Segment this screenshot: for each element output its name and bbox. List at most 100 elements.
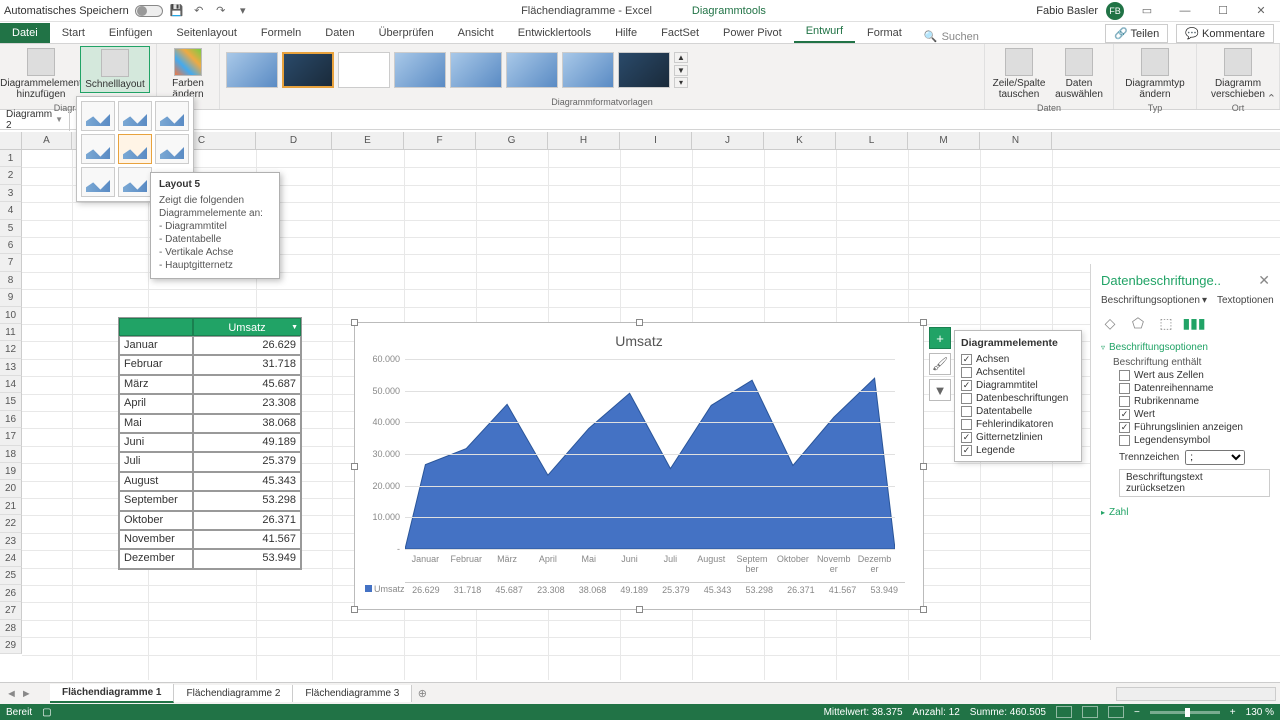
flyout-item[interactable]: ✓Legende: [961, 444, 1075, 457]
table-row[interactable]: Juli25.379: [119, 452, 301, 471]
row-header[interactable]: 21: [0, 498, 22, 515]
move-chart-button[interactable]: Diagramm verschieben: [1203, 46, 1273, 102]
flyout-item[interactable]: ✓Achsen: [961, 353, 1075, 366]
name-box-dropdown-icon[interactable]: ▼: [55, 115, 63, 124]
zoom-out-icon[interactable]: −: [1134, 707, 1140, 718]
format-checkbox-row[interactable]: ✓Führungslinien anzeigen: [1119, 422, 1270, 433]
flyout-item[interactable]: ✓Diagrammtitel: [961, 379, 1075, 392]
row-header[interactable]: 24: [0, 550, 22, 567]
chart-object[interactable]: Umsatz -10.00020.00030.00040.00050.00060…: [354, 322, 924, 610]
row-header[interactable]: 27: [0, 602, 22, 619]
sheet-tab-2[interactable]: Flächendiagramme 2: [174, 685, 293, 702]
col-header-F[interactable]: F: [404, 132, 476, 149]
view-page-break-icon[interactable]: [1108, 706, 1124, 718]
checkbox-icon[interactable]: ✓: [961, 354, 972, 365]
sheet-nav-next-icon[interactable]: ►: [21, 688, 32, 700]
tab-entwicklertools[interactable]: Entwicklertools: [506, 23, 603, 43]
resize-handle[interactable]: [920, 319, 927, 326]
checkbox-icon[interactable]: [961, 419, 972, 430]
redo-icon[interactable]: ↷: [213, 3, 229, 19]
row-header[interactable]: 22: [0, 515, 22, 532]
change-chart-type-button[interactable]: Diagrammtyp ändern: [1120, 46, 1190, 102]
col-header-I[interactable]: I: [620, 132, 692, 149]
format-checkbox-row[interactable]: Datenreihenname: [1119, 383, 1270, 394]
format-checkbox-row[interactable]: Rubrikenname: [1119, 396, 1270, 407]
tab-ansicht[interactable]: Ansicht: [446, 23, 506, 43]
user-avatar[interactable]: FB: [1106, 2, 1124, 20]
label-options-tab[interactable]: Beschriftungsoptionen ▾: [1101, 295, 1207, 306]
table-header-umsatz[interactable]: Umsatz: [193, 318, 301, 336]
tab-entwurf[interactable]: Entwurf: [794, 21, 855, 43]
sheet-tab-1[interactable]: Flächendiagramme 1: [50, 684, 174, 703]
row-header[interactable]: 12: [0, 341, 22, 358]
col-header-G[interactable]: G: [476, 132, 548, 149]
format-checkbox-row[interactable]: ✓Wert: [1119, 409, 1270, 420]
undo-icon[interactable]: ↶: [191, 3, 207, 19]
flyout-item[interactable]: Fehlerindikatoren: [961, 418, 1075, 431]
layout-2[interactable]: [118, 101, 152, 131]
table-row[interactable]: April23.308: [119, 394, 301, 413]
chart-styles-button[interactable]: 🖌: [929, 353, 951, 375]
table-row[interactable]: Februar31.718: [119, 355, 301, 374]
zoom-slider[interactable]: [1150, 711, 1220, 714]
row-header[interactable]: 11: [0, 324, 22, 341]
close-icon[interactable]: ✕: [1246, 1, 1276, 21]
chart-style-7[interactable]: [562, 52, 614, 88]
row-header[interactable]: 9: [0, 289, 22, 306]
label-options-section[interactable]: ▿Beschriftungsoptionen: [1101, 342, 1270, 353]
horizontal-scrollbar[interactable]: [1116, 687, 1276, 701]
tab-format[interactable]: Format: [855, 23, 914, 43]
row-header[interactable]: 25: [0, 567, 22, 584]
layout-6[interactable]: [155, 134, 189, 164]
flyout-item[interactable]: Datenbeschriftungen: [961, 392, 1075, 405]
layout-7[interactable]: [81, 167, 115, 197]
name-box[interactable]: Diagramm 2 ▼: [0, 109, 70, 131]
text-options-tab[interactable]: Textoptionen: [1217, 295, 1274, 306]
tab-factset[interactable]: FactSet: [649, 23, 711, 43]
resize-handle[interactable]: [636, 606, 643, 613]
tab-powerpivot[interactable]: Power Pivot: [711, 23, 794, 43]
autosave-toggle[interactable]: [135, 5, 163, 17]
col-header-M[interactable]: M: [908, 132, 980, 149]
layout-3[interactable]: [155, 101, 189, 131]
col-header-L[interactable]: L: [836, 132, 908, 149]
table-row[interactable]: November41.567: [119, 530, 301, 549]
checkbox-icon[interactable]: [1119, 370, 1130, 381]
ribbon-mode-icon[interactable]: ▭: [1132, 1, 1162, 21]
select-all-corner[interactable]: [0, 132, 22, 149]
reset-label-text-button[interactable]: Beschriftungstext zurücksetzen: [1119, 469, 1270, 497]
chart-icon[interactable]: ▮▮▮: [1185, 314, 1203, 332]
qat-customize-icon[interactable]: ▾: [235, 3, 251, 19]
table-row[interactable]: September53.298: [119, 491, 301, 510]
layout-1[interactable]: [81, 101, 115, 131]
checkbox-icon[interactable]: ✓: [961, 432, 972, 443]
tab-datei[interactable]: Datei: [0, 23, 50, 43]
resize-handle[interactable]: [351, 463, 358, 470]
row-header[interactable]: 20: [0, 480, 22, 497]
row-header[interactable]: 7: [0, 254, 22, 271]
add-sheet-button[interactable]: ⊕: [412, 687, 432, 700]
row-header[interactable]: 19: [0, 463, 22, 480]
macro-record-icon[interactable]: ▢: [42, 707, 51, 718]
chart-title[interactable]: Umsatz: [355, 323, 923, 353]
checkbox-icon[interactable]: ✓: [961, 445, 972, 456]
comments-button[interactable]: 💬 Kommentare: [1176, 24, 1274, 43]
chart-style-1[interactable]: [226, 52, 278, 88]
layout-4[interactable]: [81, 134, 115, 164]
select-data-button[interactable]: Daten auswählen: [1051, 46, 1107, 102]
quick-layout-button[interactable]: Schnelllayout: [80, 46, 150, 93]
row-header[interactable]: 10: [0, 307, 22, 324]
row-header[interactable]: 13: [0, 359, 22, 376]
table-corner[interactable]: [119, 318, 193, 336]
checkbox-icon[interactable]: [961, 367, 972, 378]
row-header[interactable]: 8: [0, 272, 22, 289]
checkbox-icon[interactable]: [1119, 383, 1130, 394]
view-normal-icon[interactable]: [1056, 706, 1072, 718]
row-header[interactable]: 5: [0, 220, 22, 237]
tab-ueberpruefen[interactable]: Überprüfen: [367, 23, 446, 43]
minimize-icon[interactable]: —: [1170, 1, 1200, 21]
col-header-A[interactable]: A: [22, 132, 72, 149]
collapse-ribbon-icon[interactable]: ⌃: [1267, 92, 1276, 105]
flyout-item[interactable]: Datentabelle: [961, 405, 1075, 418]
view-page-layout-icon[interactable]: [1082, 706, 1098, 718]
